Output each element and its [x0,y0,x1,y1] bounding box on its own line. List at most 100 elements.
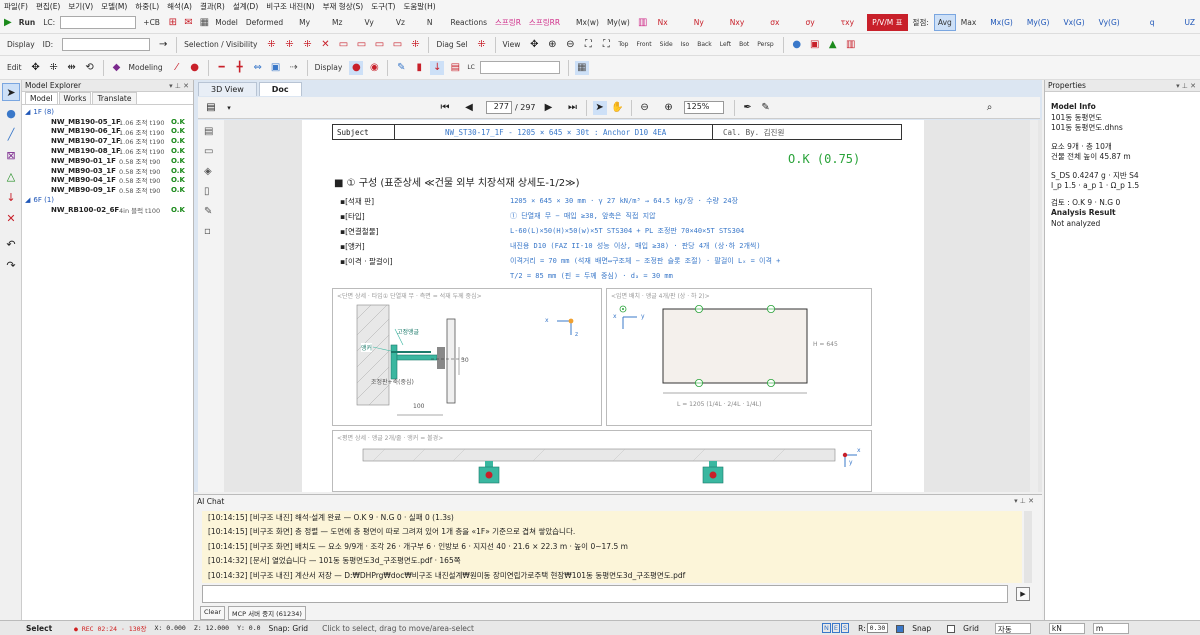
diag-icon[interactable]: ⁜ [475,38,489,52]
global-mx[interactable]: Mx(G) [987,14,1016,31]
stress-txy[interactable]: τxy [838,14,857,31]
zoom-select[interactable]: 125% [683,101,724,114]
table-grid-icon[interactable]: ▦ [574,60,589,75]
annotate-icon[interactable]: ✎ [759,101,773,115]
first-page-icon[interactable]: ⏮ [438,101,452,115]
lc3-select[interactable] [479,61,560,74]
stress-nxy[interactable]: Nxy [727,14,748,31]
load-icon[interactable]: ▤ [448,61,462,75]
bookmark-icon[interactable]: ▯ [204,186,218,200]
hand-icon[interactable]: ✋ [611,101,625,115]
grid-toggle[interactable]: Grid [947,624,987,633]
plate-tool-icon[interactable]: ⊠ [2,146,20,164]
r-input[interactable]: 0.30 [866,623,889,633]
properties-pin-icon[interactable]: ▾ ⊥ ✕ [1176,82,1196,90]
result-vy[interactable]: Vy [361,14,376,31]
show-icon[interactable]: ▭ [336,38,350,52]
modeling-icon[interactable]: ◆ [110,61,124,75]
run-icon[interactable]: ▶ [2,16,14,30]
select-cursor-icon[interactable]: ➤ [592,100,607,115]
tab-works[interactable]: Works [58,92,92,104]
select-member-icon[interactable]: ⁜ [408,38,422,52]
select-poly-icon[interactable]: ⁜ [300,38,314,52]
pvm-table-button[interactable]: P/V/M 표 [867,14,908,31]
spring-r-button[interactable]: 스프링R [492,14,524,31]
zoom-in-doc-icon[interactable]: ⊕ [662,101,676,115]
tree-item[interactable]: NW_MB90-09_1F 0.58 조적 t90 O.K [25,185,190,195]
view-iso[interactable]: Iso [678,36,693,53]
moment-mx-button[interactable]: Mx(w) [573,14,602,31]
pen-icon[interactable]: ✎ [394,61,408,75]
view-top[interactable]: Top [615,36,631,53]
global-my[interactable]: My(G) [1024,14,1053,31]
tree-item[interactable]: NW_RB100-02_6F 4in 블럭 t100 O.K [25,205,190,215]
render-section-icon[interactable]: ▥ [844,38,858,52]
local-axis-icon[interactable]: ▮ [412,61,426,75]
diag-sel-button[interactable]: Diag Sel [433,36,470,53]
table-icon[interactable]: ▦ [199,16,211,30]
auto-select[interactable]: 자동 [994,622,1031,634]
global-uz[interactable]: UZ [1181,14,1198,31]
clear-button[interactable]: Clear [200,606,225,620]
tree-item[interactable]: NW_MB90-03_1F 0.58 조적 t90 O.K [25,166,190,176]
tab-model[interactable]: Model [25,92,58,104]
mesh-icon[interactable]: ⁄ [170,61,184,75]
global-vy[interactable]: Vy(G) [1096,14,1123,31]
deselect-icon[interactable]: ✕ [318,38,332,52]
line-tool-icon[interactable]: ╱ [2,125,20,143]
global-q[interactable]: q [1147,14,1158,31]
hide-icon[interactable]: ▭ [354,38,368,52]
menu-file[interactable]: 파일(F) [4,1,28,12]
menu-result[interactable]: 결과(R) [200,1,225,12]
beam-icon[interactable]: ━ [215,61,229,75]
merge-icon[interactable]: ⇔ [251,61,265,75]
stress-sx[interactable]: σx [767,14,782,31]
chat-pin-icon[interactable]: ▾ ⊥ ✕ [1014,497,1034,505]
view-side[interactable]: Side [657,36,676,53]
add-cb-button[interactable]: +CB [140,14,163,31]
stress-icon[interactable]: ▥ [637,16,649,30]
pages-icon[interactable]: ▤ [204,126,218,140]
support-tool-icon[interactable]: △ [2,167,20,185]
select-window-icon[interactable]: ⁜ [282,38,296,52]
search-icon[interactable]: ⌕ [983,101,997,115]
menu-edit[interactable]: 편집(E) [36,1,60,12]
run-button[interactable]: Run [16,14,38,31]
snap-e-button[interactable]: E [831,623,840,633]
zoom-fit-icon[interactable]: ⛶ [581,38,595,52]
offset-icon[interactable]: ⇢ [287,61,301,75]
select-all-icon[interactable]: ⁜ [264,38,278,52]
tab-3d-view[interactable]: 3D View [198,82,257,96]
sign-icon[interactable]: ✒ [741,101,755,115]
node-icon[interactable]: ● [188,61,202,75]
arrow-down-icon[interactable]: ↓ [430,60,445,75]
menu-nonstructural[interactable]: 비구조 내진(N) [266,1,314,12]
edit-doc-icon[interactable]: ✎ [204,206,218,220]
result-vz[interactable]: Vz [393,14,408,31]
display-node-icon[interactable]: ● [349,60,364,75]
force-unit-select[interactable]: kN [1048,622,1085,634]
tree-item[interactable]: NW_MB190-08_1F 1.06 조적 t190 O.K [25,146,190,156]
result-n[interactable]: N [424,14,436,31]
pan-icon[interactable]: ✥ [527,38,541,52]
pin-icon[interactable]: ▾ ⊥ ✕ [169,82,189,90]
snap-checkbox[interactable] [896,624,905,633]
redo-icon[interactable]: ↷ [2,256,20,274]
page-input[interactable]: 277 [486,101,512,114]
tree-item[interactable]: NW_MB190-07_1F 1.06 조적 t190 O.K [25,136,190,146]
tree-item[interactable]: NW_MB190-06_1F 1.06 조적 t190 O.K [25,127,190,136]
render-tri-icon[interactable]: ▲ [826,38,840,52]
zoom-in-icon[interactable]: ⊕ [545,38,559,52]
zoom-out-icon[interactable]: ⊖ [563,38,577,52]
delete-tool-icon[interactable]: ✕ [2,209,20,227]
tree-item[interactable]: NW_MB90-04_1F 0.58 조적 t90 O.K [25,176,190,185]
mcp-stop-button[interactable]: MCP 서버 중지 (61234) [228,606,306,620]
mail-icon[interactable]: ✉ [183,16,195,30]
menu-view[interactable]: 보기(V) [68,1,93,12]
node-tool-icon[interactable]: ● [2,104,20,122]
chat-scrollbar[interactable] [1024,511,1032,583]
global-vx[interactable]: Vx(G) [1060,14,1087,31]
menu-design[interactable]: 설계(D) [233,1,258,12]
menu-member-shape[interactable]: 부재 형상(S) [323,1,364,12]
invert-icon[interactable]: ▭ [390,38,404,52]
